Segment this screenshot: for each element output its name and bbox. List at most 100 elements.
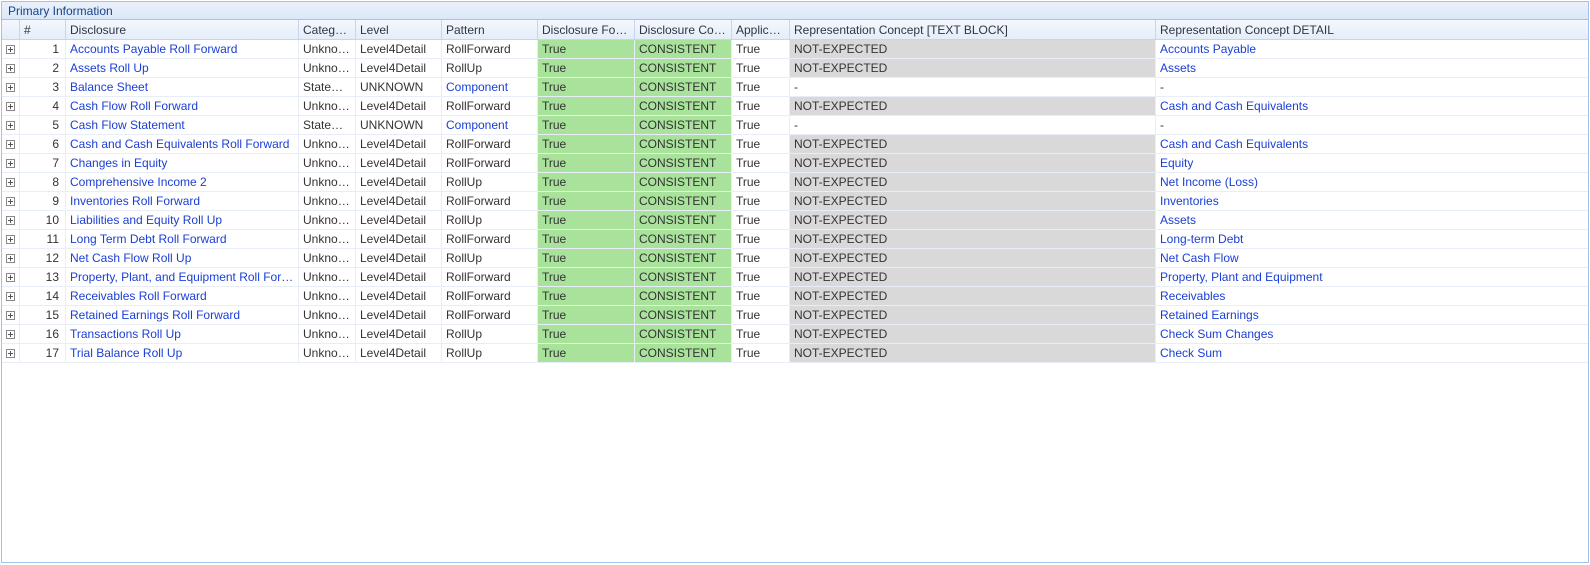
disclosure-link[interactable]: Receivables Roll Forward [66,287,299,305]
table-row[interactable]: 12Net Cash Flow Roll UpUnknownLevel4Deta… [2,249,1588,268]
disclosure-link[interactable]: Changes in Equity [66,154,299,172]
table-row[interactable]: 10Liabilities and Equity Roll UpUnknownL… [2,211,1588,230]
expand-toggle[interactable] [2,192,20,210]
expand-toggle[interactable] [2,306,20,324]
disclosure-found-cell: True [538,344,635,362]
table-row[interactable]: 16Transactions Roll UpUnknownLevel4Detai… [2,325,1588,344]
expand-toggle[interactable] [2,344,20,362]
row-number: 2 [20,59,66,77]
expand-toggle[interactable] [2,135,20,153]
pattern-cell[interactable]: Component [442,78,538,96]
disclosure-link[interactable]: Assets Roll Up [66,59,299,77]
applicable-cell: True [732,344,790,362]
expand-toggle[interactable] [2,211,20,229]
applicable-cell: True [732,192,790,210]
col-rep-concept-detail[interactable]: Representation Concept DETAIL [1156,20,1588,39]
col-applicable[interactable]: Applicable [732,20,790,39]
applicable-cell: True [732,249,790,267]
detail-cell[interactable]: Property, Plant and Equipment [1156,268,1588,286]
disclosure-link[interactable]: Inventories Roll Forward [66,192,299,210]
table-row[interactable]: 17Trial Balance Roll UpUnknownLevel4Deta… [2,344,1588,363]
col-rep-concept-textblock[interactable]: Representation Concept [TEXT BLOCK] [790,20,1156,39]
table-row[interactable]: 6Cash and Cash Equivalents Roll ForwardU… [2,135,1588,154]
table-row[interactable]: 15Retained Earnings Roll ForwardUnknownL… [2,306,1588,325]
col-category[interactable]: Category [299,20,356,39]
disclosure-link[interactable]: Trial Balance Roll Up [66,344,299,362]
detail-cell[interactable]: Accounts Payable [1156,40,1588,58]
disclosure-link[interactable]: Property, Plant, and Equipment Roll Forw… [66,268,299,286]
level-cell: Level4Detail [356,268,442,286]
expand-toggle[interactable] [2,40,20,58]
detail-cell[interactable]: Net Income (Loss) [1156,173,1588,191]
pattern-cell: RollForward [442,268,538,286]
detail-cell[interactable]: Retained Earnings [1156,306,1588,324]
expand-toggle[interactable] [2,325,20,343]
table-row[interactable]: 2Assets Roll UpUnknownLevel4DetailRollUp… [2,59,1588,78]
expand-toggle[interactable] [2,59,20,77]
detail-cell[interactable]: Assets [1156,211,1588,229]
detail-cell[interactable]: Net Cash Flow [1156,249,1588,267]
expand-toggle[interactable] [2,97,20,115]
col-disclosure-found[interactable]: Disclosure Found [538,20,635,39]
plus-icon [6,45,15,54]
disclosure-link[interactable]: Retained Earnings Roll Forward [66,306,299,324]
detail-cell[interactable]: Assets [1156,59,1588,77]
disclosure-consistent-cell: CONSISTENT [635,287,732,305]
pattern-cell: RollForward [442,230,538,248]
col-pattern[interactable]: Pattern [442,20,538,39]
col-number[interactable]: # [20,20,66,39]
disclosure-link[interactable]: Long Term Debt Roll Forward [66,230,299,248]
table-row[interactable]: 7Changes in EquityUnknownLevel4DetailRol… [2,154,1588,173]
detail-cell[interactable]: Long-term Debt [1156,230,1588,248]
disclosure-link[interactable]: Transactions Roll Up [66,325,299,343]
grid-body[interactable]: 1Accounts Payable Roll ForwardUnknownLev… [2,40,1588,562]
disclosure-link[interactable]: Comprehensive Income 2 [66,173,299,191]
disclosure-link[interactable]: Balance Sheet [66,78,299,96]
col-expand[interactable] [2,20,20,39]
detail-cell[interactable]: Cash and Cash Equivalents [1156,135,1588,153]
disclosure-link[interactable]: Cash and Cash Equivalents Roll Forward [66,135,299,153]
disclosure-consistent-cell: CONSISTENT [635,154,732,172]
textblock-cell: NOT-EXPECTED [790,173,1156,191]
detail-cell[interactable]: Check Sum [1156,344,1588,362]
col-level[interactable]: Level [356,20,442,39]
table-row[interactable]: 3Balance SheetStatementUNKNOWNComponentT… [2,78,1588,97]
disclosure-link[interactable]: Net Cash Flow Roll Up [66,249,299,267]
expand-toggle[interactable] [2,268,20,286]
detail-cell[interactable]: Inventories [1156,192,1588,210]
disclosure-found-cell: True [538,116,635,134]
detail-cell[interactable]: Receivables [1156,287,1588,305]
category-cell: Statement [299,78,356,96]
table-row[interactable]: 11Long Term Debt Roll ForwardUnknownLeve… [2,230,1588,249]
table-row[interactable]: 4Cash Flow Roll ForwardUnknownLevel4Deta… [2,97,1588,116]
pattern-cell[interactable]: Component [442,116,538,134]
expand-toggle[interactable] [2,173,20,191]
detail-cell[interactable]: Cash and Cash Equivalents [1156,97,1588,115]
applicable-cell: True [732,268,790,286]
table-row[interactable]: 14Receivables Roll ForwardUnknownLevel4D… [2,287,1588,306]
table-row[interactable]: 9Inventories Roll ForwardUnknownLevel4De… [2,192,1588,211]
data-grid: # Disclosure Category Level Pattern Disc… [2,20,1588,562]
expand-toggle[interactable] [2,78,20,96]
table-row[interactable]: 1Accounts Payable Roll ForwardUnknownLev… [2,40,1588,59]
table-row[interactable]: 13Property, Plant, and Equipment Roll Fo… [2,268,1588,287]
disclosure-link[interactable]: Cash Flow Roll Forward [66,97,299,115]
detail-cell[interactable]: Check Sum Changes [1156,325,1588,343]
disclosure-link[interactable]: Cash Flow Statement [66,116,299,134]
textblock-cell: NOT-EXPECTED [790,135,1156,153]
disclosure-link[interactable]: Liabilities and Equity Roll Up [66,211,299,229]
expand-toggle[interactable] [2,230,20,248]
level-cell: Level4Detail [356,59,442,77]
col-disclosure[interactable]: Disclosure [66,20,299,39]
disclosure-link[interactable]: Accounts Payable Roll Forward [66,40,299,58]
row-number: 3 [20,78,66,96]
expand-toggle[interactable] [2,287,20,305]
col-disclosure-consistent[interactable]: Disclosure Consi... [635,20,732,39]
row-number: 14 [20,287,66,305]
table-row[interactable]: 5Cash Flow StatementStatementUNKNOWNComp… [2,116,1588,135]
detail-cell[interactable]: Equity [1156,154,1588,172]
expand-toggle[interactable] [2,116,20,134]
expand-toggle[interactable] [2,249,20,267]
table-row[interactable]: 8Comprehensive Income 2UnknownLevel4Deta… [2,173,1588,192]
expand-toggle[interactable] [2,154,20,172]
